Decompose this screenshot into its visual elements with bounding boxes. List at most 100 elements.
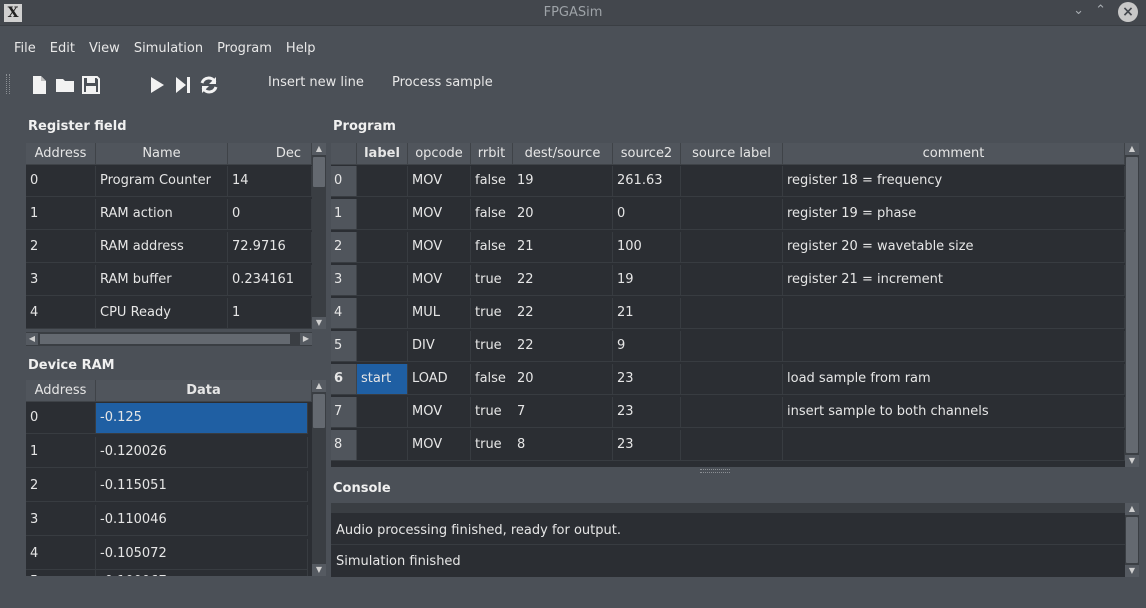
program-rrbit: false <box>475 239 506 254</box>
menu-file[interactable]: File <box>0 38 43 60</box>
table-row[interactable]: 4 CPU Ready 1 <box>26 298 312 329</box>
program-source2: 261.63 <box>613 166 681 196</box>
register-dec: 72.9716 <box>228 232 312 262</box>
title-bar: X FPGASim ⌄ ⌃ × <box>0 0 1146 26</box>
program-row-number[interactable]: 3 <box>331 265 357 295</box>
program-header-opcode[interactable]: opcode <box>408 143 471 165</box>
program-opcode: DIV <box>408 331 471 361</box>
scrollbar-thumb[interactable] <box>1126 157 1138 453</box>
insert-new-line-button[interactable]: Insert new line <box>268 75 364 90</box>
ram-header-data[interactable]: Data <box>96 380 312 402</box>
scroll-down-icon[interactable]: ▼ <box>1125 565 1139 577</box>
program-header-rrbit[interactable]: rrbit <box>471 143 513 165</box>
menu-program[interactable]: Program <box>210 38 279 60</box>
toolbar-grip[interactable] <box>6 74 10 94</box>
table-row[interactable]: 0 Program Counter 14 <box>26 166 312 197</box>
program-title: Program <box>333 119 396 134</box>
scroll-down-icon[interactable]: ▼ <box>312 564 326 576</box>
save-icon[interactable] <box>80 74 102 96</box>
scrollbar-thumb[interactable] <box>1126 517 1138 563</box>
table-row[interactable]: 5 -0.100067 <box>26 567 308 576</box>
program-row-number[interactable]: 8 <box>331 430 357 460</box>
menu-help[interactable]: Help <box>279 38 323 60</box>
table-row[interactable]: 3 -0.110046 <box>26 505 308 536</box>
play-icon[interactable] <box>146 74 168 96</box>
program-source2: 9 <box>613 331 681 361</box>
ram-header-address[interactable]: Address <box>26 380 96 402</box>
scrollbar-thumb[interactable] <box>313 394 325 428</box>
table-row[interactable]: 6 start LOAD false 20 23 load sample fro… <box>331 364 1125 395</box>
program-source-label <box>681 298 783 328</box>
maximize-icon[interactable]: ⌃ <box>1095 3 1106 18</box>
program-header-dest-source[interactable]: dest/source <box>513 143 613 165</box>
table-row[interactable]: 7 MOV true 7 23 insert sample to both ch… <box>331 397 1125 428</box>
register-table: Address Name Dec 0 Program Counter 14 1 … <box>26 143 326 329</box>
register-horizontal-scrollbar[interactable]: ◀ ▶ <box>26 332 312 346</box>
program-row-number[interactable]: 6 <box>331 364 357 394</box>
scroll-down-icon[interactable]: ▼ <box>312 317 326 329</box>
program-comment <box>783 298 1125 328</box>
process-sample-button[interactable]: Process sample <box>392 75 493 90</box>
menu-simulation[interactable]: Simulation <box>127 38 210 60</box>
table-row[interactable]: 1 RAM action 0 <box>26 199 312 230</box>
program-vertical-scrollbar[interactable]: ▲ ▼ <box>1125 143 1139 467</box>
register-vertical-scrollbar[interactable]: ▲ ▼ <box>312 143 326 329</box>
register-header-name[interactable]: Name <box>96 143 228 165</box>
table-row[interactable]: 5 DIV true 22 9 <box>331 331 1125 362</box>
splitter-handle[interactable] <box>700 469 730 473</box>
program-row-number[interactable]: 1 <box>331 199 357 229</box>
ram-address: 2 <box>26 471 96 501</box>
program-header-source-label[interactable]: source label <box>681 143 783 165</box>
program-header-comment[interactable]: comment <box>783 143 1125 165</box>
new-file-icon[interactable] <box>28 74 50 96</box>
scrollbar-thumb[interactable] <box>40 334 290 344</box>
scroll-up-icon[interactable]: ▲ <box>312 143 326 155</box>
close-icon[interactable]: × <box>1118 2 1138 22</box>
table-row[interactable]: 0 MOV false 19 261.63 register 18 = freq… <box>331 166 1125 197</box>
ram-data: -0.115051 <box>96 471 308 501</box>
program-row-number[interactable]: 4 <box>331 298 357 328</box>
ram-vertical-scrollbar[interactable]: ▲ ▼ <box>312 380 326 576</box>
table-row[interactable]: 8 MOV true 8 23 <box>331 430 1125 461</box>
menu-view[interactable]: View <box>82 38 127 60</box>
register-address: 4 <box>26 298 96 328</box>
table-row[interactable]: 1 -0.120026 <box>26 437 308 468</box>
table-row[interactable]: 1 MOV false 20 0 register 19 = phase <box>331 199 1125 230</box>
program-row-number[interactable]: 0 <box>331 166 357 196</box>
table-row[interactable]: 2 -0.115051 <box>26 471 308 502</box>
ram-data-cell-selected[interactable]: -0.125 <box>96 403 308 433</box>
program-header-source2[interactable]: source2 <box>613 143 681 165</box>
scroll-left-icon[interactable]: ◀ <box>26 333 38 345</box>
device-ram-title: Device RAM <box>28 358 115 373</box>
program-header-label[interactable]: label <box>357 143 408 165</box>
minimize-icon[interactable]: ⌄ <box>1073 3 1084 18</box>
scroll-up-icon[interactable]: ▲ <box>312 380 326 392</box>
program-row-number[interactable]: 5 <box>331 331 357 361</box>
register-header-address[interactable]: Address <box>26 143 96 165</box>
program-opcode: LOAD <box>408 364 471 394</box>
table-row[interactable]: 0 -0.125 <box>26 403 308 434</box>
table-row[interactable]: 3 MOV true 22 19 register 21 = increment <box>331 265 1125 296</box>
table-row[interactable]: 3 RAM buffer 0.234161 <box>26 265 312 296</box>
scroll-right-icon[interactable]: ▶ <box>300 333 312 345</box>
program-label-selected[interactable]: start <box>357 364 408 394</box>
table-row[interactable]: 2 MOV false 21 100 register 20 = wavetab… <box>331 232 1125 263</box>
menu-edit[interactable]: Edit <box>43 38 82 60</box>
program-dest-source: 22 <box>513 265 613 295</box>
table-row[interactable]: 4 -0.105072 <box>26 539 308 570</box>
program-row-number[interactable]: 7 <box>331 397 357 427</box>
program-opcode: MOV <box>408 232 471 262</box>
open-folder-icon[interactable] <box>54 74 76 96</box>
register-header-dec[interactable]: Dec <box>228 143 312 165</box>
step-icon[interactable] <box>172 74 194 96</box>
scroll-up-icon[interactable]: ▲ <box>1125 503 1139 515</box>
program-label <box>357 232 408 262</box>
scroll-up-icon[interactable]: ▲ <box>1125 143 1139 155</box>
table-row[interactable]: 4 MUL true 22 21 <box>331 298 1125 329</box>
scroll-down-icon[interactable]: ▼ <box>1125 455 1139 467</box>
console-vertical-scrollbar[interactable]: ▲ ▼ <box>1125 503 1139 577</box>
refresh-icon[interactable] <box>198 74 220 96</box>
scrollbar-thumb[interactable] <box>313 157 325 187</box>
table-row[interactable]: 2 RAM address 72.9716 <box>26 232 312 263</box>
program-row-number[interactable]: 2 <box>331 232 357 262</box>
